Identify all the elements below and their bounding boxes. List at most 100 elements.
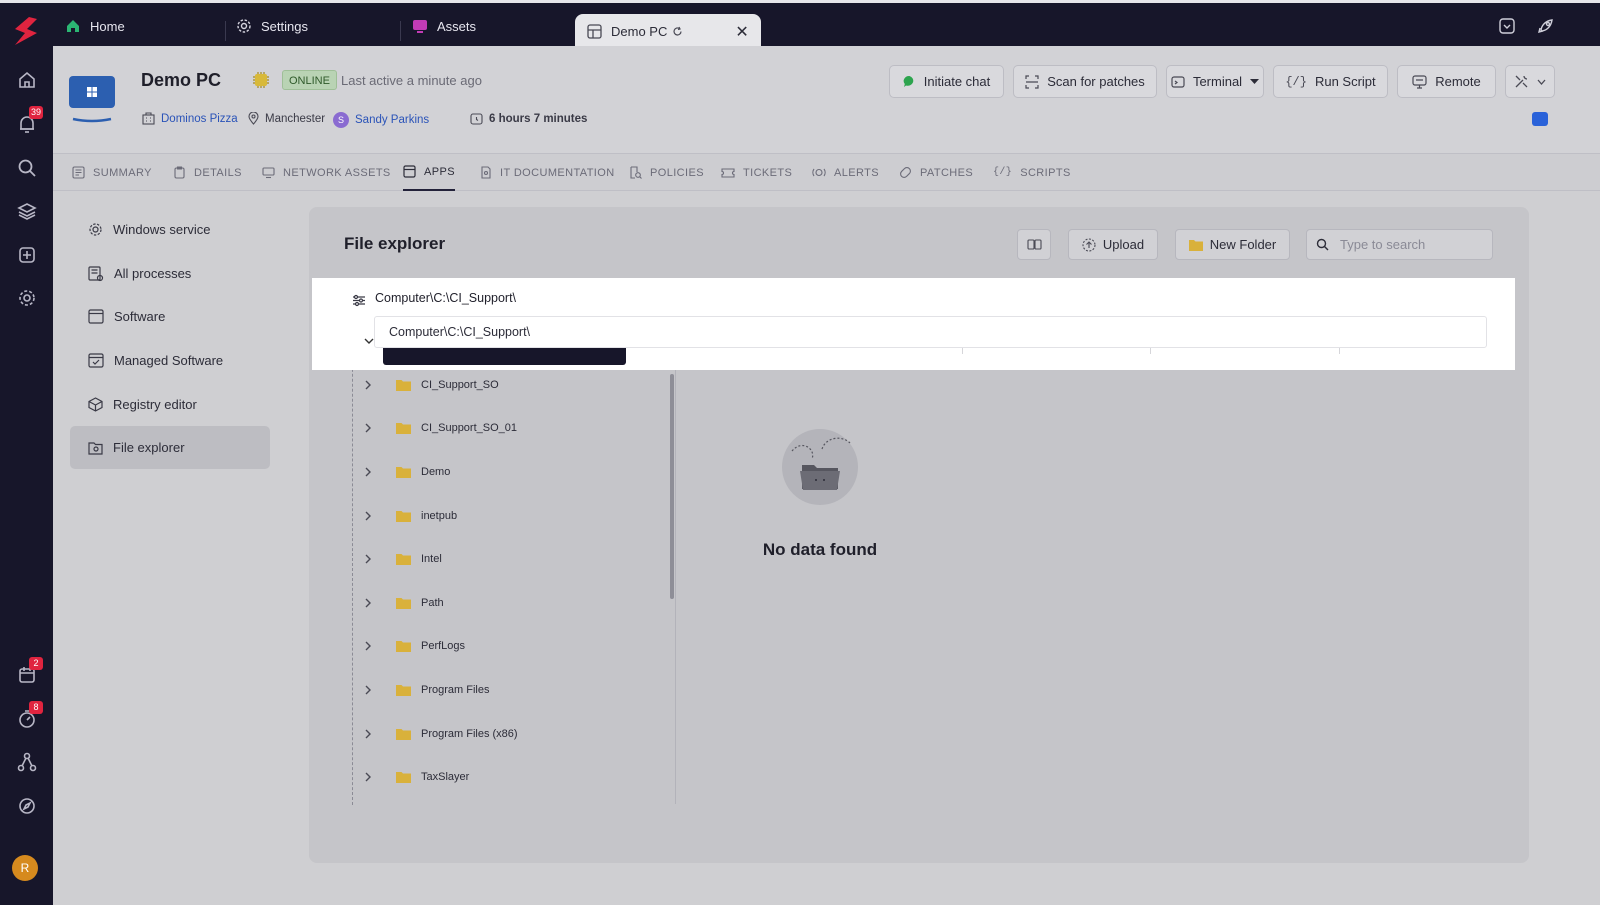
upload-button[interactable]: Upload: [1068, 229, 1158, 260]
chevron-right-icon[interactable]: [353, 729, 383, 739]
menu-windows-service[interactable]: Windows service: [70, 208, 270, 251]
uptime: 6 hours 7 minutes: [470, 112, 587, 125]
file-search-field[interactable]: [1306, 229, 1493, 260]
menu-file-explorer[interactable]: File explorer: [70, 426, 270, 469]
video-icon[interactable]: [1532, 112, 1548, 126]
chevron-right-icon[interactable]: [353, 598, 383, 608]
main-area: Demo PC ONLINE Last active a minute ago …: [53, 46, 1600, 905]
tab-home[interactable]: Home: [65, 6, 125, 46]
tab-it-documentation[interactable]: IT DOCUMENTATION: [480, 154, 615, 191]
user-link[interactable]: S Sandy Parkins: [333, 112, 429, 128]
chevron-right-icon[interactable]: [353, 467, 383, 477]
monitor-icon: [412, 18, 428, 34]
remote-label: Remote: [1435, 74, 1481, 89]
tree-row[interactable]: CI_Support_SO_01: [353, 408, 668, 448]
tab-tickets[interactable]: TICKETS: [721, 154, 792, 191]
chevron-right-icon[interactable]: [353, 423, 383, 433]
device-name: Demo PC: [141, 70, 222, 90]
panel-title: File explorer: [344, 234, 446, 253]
folder-icon: [1188, 239, 1203, 251]
folder-icon: [396, 466, 411, 478]
tab-policies[interactable]: POLICIES: [629, 154, 704, 191]
folder-name: Program Files (x86): [421, 728, 518, 740]
tree-row[interactable]: Program Files (x86): [353, 714, 668, 754]
tree-row[interactable]: CI_Support_SO: [353, 365, 668, 405]
menu-windows-service-label: Windows service: [113, 222, 211, 237]
tab-settings[interactable]: Settings: [236, 6, 308, 46]
tab-alerts[interactable]: ALERTS: [812, 154, 879, 191]
company-link[interactable]: Dominos Pizza: [142, 112, 238, 125]
menu-registry-editor[interactable]: Registry editor: [70, 383, 270, 426]
tab-demo-pc[interactable]: Demo PC ✕: [575, 14, 761, 49]
remote-button[interactable]: Remote: [1397, 65, 1496, 98]
selected-folder-row[interactable]: [383, 347, 626, 365]
tab-it-documentation-label: IT DOCUMENTATION: [500, 166, 615, 179]
scan-patches-button[interactable]: Scan for patches: [1013, 65, 1157, 98]
tree-row[interactable]: Path: [353, 583, 668, 623]
chevron-right-icon[interactable]: [353, 685, 383, 695]
chevron-right-icon[interactable]: [353, 380, 383, 390]
folder-name: Demo: [421, 466, 451, 478]
chevron-right-icon[interactable]: [353, 641, 383, 651]
compass-icon[interactable]: [16, 795, 38, 817]
tab-scripts[interactable]: {/} SCRIPTS: [993, 154, 1071, 191]
tab-details[interactable]: DETAILS: [173, 154, 242, 191]
path-suggestion[interactable]: Computer\C:\CI_Support\: [374, 316, 1487, 348]
chevron-right-icon[interactable]: [353, 511, 383, 521]
split-view-icon: [1026, 238, 1042, 251]
rocket-icon[interactable]: [1537, 17, 1555, 35]
folder-icon: [396, 553, 411, 565]
path-input[interactable]: [375, 291, 975, 305]
chevron-right-icon[interactable]: [353, 772, 383, 782]
tree-row[interactable]: Intel: [353, 539, 668, 579]
tree-row[interactable]: PerfLogs: [353, 626, 668, 666]
tree-row[interactable]: inetpub: [353, 496, 668, 536]
search-icon[interactable]: [16, 157, 38, 179]
pane-divider: [675, 369, 676, 804]
tab-assets[interactable]: Assets: [412, 6, 476, 46]
initiate-chat-button[interactable]: Initiate chat: [889, 65, 1004, 98]
layers-icon[interactable]: [16, 200, 38, 222]
tab-network-assets[interactable]: NETWORK ASSETS: [262, 154, 391, 191]
run-script-label: Run Script: [1314, 74, 1376, 89]
menu-software[interactable]: Software: [70, 295, 270, 338]
chevron-down-icon[interactable]: [364, 338, 374, 345]
home-icon: [65, 18, 81, 34]
settings-icon[interactable]: [16, 287, 38, 309]
patch-icon: [899, 166, 912, 179]
tree-row[interactable]: TaxSlayer: [353, 757, 668, 797]
folder-icon: [396, 771, 411, 783]
user-avatar[interactable]: R: [12, 855, 38, 881]
home-icon[interactable]: [16, 69, 38, 91]
add-icon[interactable]: [16, 244, 38, 266]
search-input[interactable]: [1340, 237, 1480, 252]
tab-summary[interactable]: SUMMARY: [72, 154, 152, 191]
new-folder-button[interactable]: New Folder: [1175, 229, 1290, 260]
tab-patches[interactable]: PATCHES: [899, 154, 973, 191]
folder-icon: [396, 510, 411, 522]
split-view-button[interactable]: [1017, 229, 1051, 260]
empty-state-text: No data found: [762, 540, 878, 559]
chevron-box-icon[interactable]: [1498, 17, 1516, 35]
tab-apps[interactable]: APPS: [403, 154, 455, 191]
menu-managed-software[interactable]: Managed Software: [70, 339, 270, 382]
chevron-right-icon[interactable]: [353, 554, 383, 564]
search-icon: [1316, 238, 1329, 251]
close-tab-icon[interactable]: ✕: [735, 22, 748, 42]
folder-icon: [396, 422, 411, 434]
tree-row[interactable]: Demo: [353, 452, 668, 492]
tab-summary-label: SUMMARY: [93, 166, 152, 179]
document-icon: [480, 166, 492, 179]
tools-menu-button[interactable]: [1505, 65, 1555, 98]
scan-icon: [1025, 74, 1039, 89]
run-script-button[interactable]: {/} Run Script: [1273, 65, 1388, 98]
brand-logo-icon[interactable]: [9, 15, 43, 49]
menu-all-processes[interactable]: All processes: [70, 252, 270, 295]
location: Manchester: [248, 112, 325, 125]
tab-divider: [400, 21, 401, 41]
tree-scrollbar[interactable]: [670, 374, 674, 599]
terminal-button[interactable]: Terminal: [1166, 65, 1264, 98]
network-icon[interactable]: [16, 751, 38, 773]
tree-row[interactable]: Program Files: [353, 670, 668, 710]
tab-apps-label: APPS: [424, 165, 455, 178]
